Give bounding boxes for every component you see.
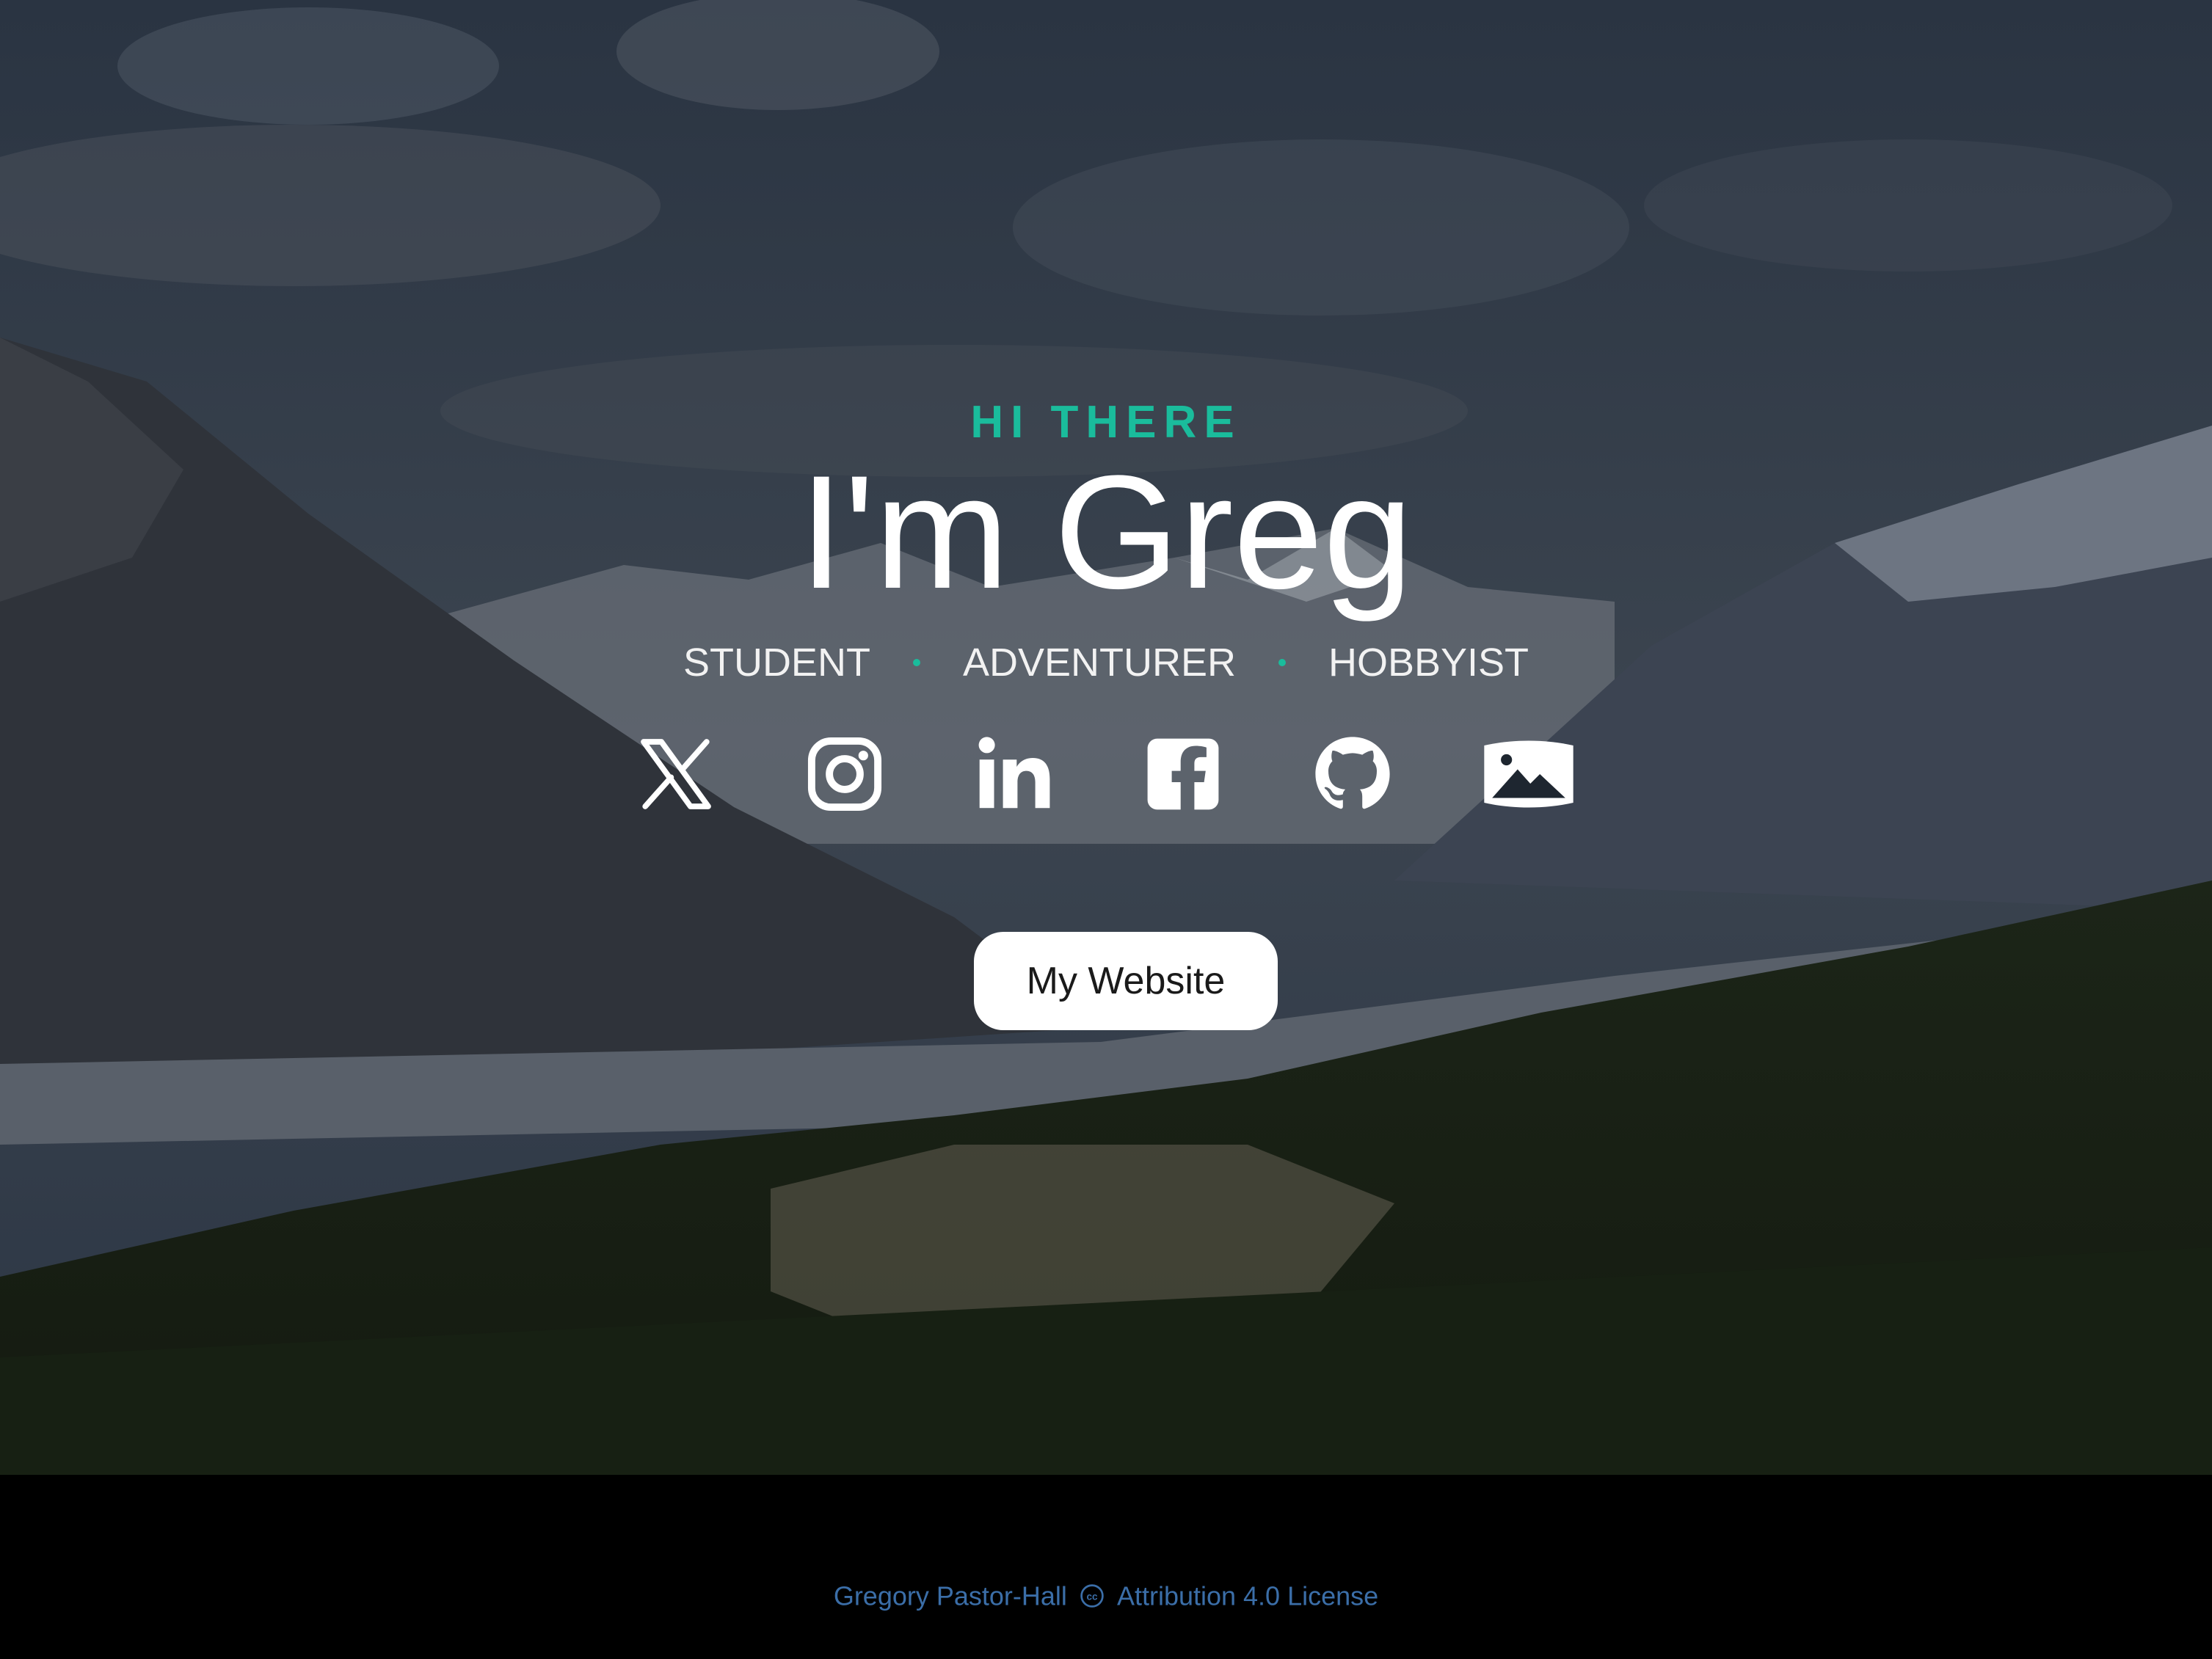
separator-dot-icon [1278, 658, 1286, 666]
separator-dot-icon [912, 658, 920, 666]
hero-section: HI THERE I'm Greg STUDENT ADVENTURER HOBBY… [0, 0, 2212, 1475]
creative-commons-icon: cc [1080, 1584, 1104, 1608]
github-icon[interactable] [1312, 734, 1393, 814]
footer-credit: Gregory Pastor-Hall cc Attribution 4.0 L… [0, 1579, 2212, 1611]
author-link[interactable]: Gregory Pastor-Hall [834, 1580, 1067, 1611]
instagram-icon[interactable] [804, 734, 885, 814]
role-student: STUDENT [683, 640, 870, 685]
my-website-button[interactable]: My Website [974, 932, 1278, 1030]
license-link[interactable]: Attribution 4.0 License [1117, 1580, 1378, 1611]
role-list: STUDENT ADVENTURER HOBBYIST [0, 637, 2212, 685]
role-hobbyist: HOBBYIST [1328, 640, 1529, 685]
facebook-icon[interactable] [1143, 734, 1223, 814]
hero-content: HI THERE I'm Greg STUDENT ADVENTURER HOBBY… [0, 0, 2212, 1475]
svg-text:cc: cc [1086, 1591, 1098, 1603]
photo-gallery-icon[interactable] [1481, 734, 1576, 814]
social-links [0, 734, 2212, 814]
footer: Gregory Pastor-Hall cc Attribution 4.0 L… [0, 1475, 2212, 1659]
linkedin-icon[interactable] [974, 734, 1055, 814]
greeting-eyebrow: HI THERE [970, 397, 1242, 448]
role-adventurer: ADVENTURER [962, 640, 1236, 685]
hero-title: I'm Greg [798, 442, 1414, 622]
x-twitter-icon[interactable] [636, 734, 716, 814]
